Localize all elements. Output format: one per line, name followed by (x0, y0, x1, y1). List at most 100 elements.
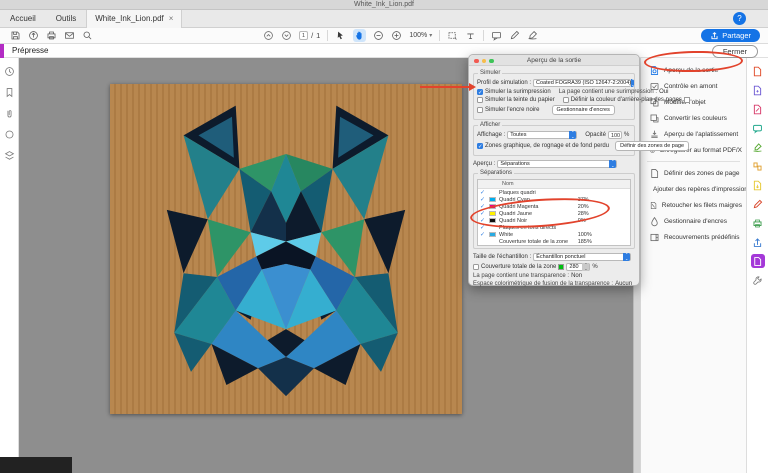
panel-item-label: Contrôle en amont (664, 83, 717, 90)
simulate-black-ink-checkbox[interactable] (477, 107, 483, 113)
panel-item-flattener-preview[interactable]: Aperçu de l'aplatissement (641, 126, 746, 142)
separation-row[interactable]: ✓ Plaques quadri (478, 189, 630, 196)
pencil-icon[interactable] (509, 30, 520, 41)
preview-label: Aperçu : (473, 161, 495, 167)
separations-name-header: Nom (478, 180, 630, 189)
redact-icon[interactable] (751, 197, 765, 211)
page-navigation[interactable]: 1 / 1 (299, 31, 320, 40)
comment-icon[interactable] (491, 30, 502, 41)
set-page-background-checkbox[interactable] (563, 97, 569, 103)
window-title: White_Ink_Lion.pdf (354, 1, 414, 8)
prepress-title: Prépresse (4, 46, 48, 55)
print-production-icon[interactable] (751, 216, 765, 230)
separation-label: Plaques quadri (499, 190, 578, 196)
zoom-out-icon[interactable] (373, 30, 384, 41)
compress-pdf-icon[interactable] (751, 178, 765, 192)
panel-item-add-printer-marks[interactable]: Ajouter des repères d'impression (641, 181, 746, 197)
separations-group-label: Séparations (478, 170, 514, 176)
zoom-in-icon[interactable] (391, 30, 402, 41)
simulate-overprint-checkbox[interactable]: ✓ (477, 89, 483, 95)
row-check-icon[interactable]: ✓ (480, 189, 489, 196)
ink-swatch (489, 232, 496, 237)
layers-icon[interactable] (4, 150, 15, 161)
left-navigation-rail (0, 58, 19, 473)
tab-tools[interactable]: Outils (46, 10, 86, 28)
total-area-coverage-checkbox[interactable] (473, 264, 479, 270)
panel-item-set-page-boxes[interactable]: Définir des zones de page (641, 165, 746, 181)
page-total: 1 (316, 31, 320, 40)
zoom-level[interactable]: 100% ▾ (409, 32, 432, 39)
prepress-active-icon[interactable] (751, 254, 765, 268)
share-button[interactable]: Partager (701, 29, 760, 42)
zoom-window-icon[interactable] (489, 59, 494, 64)
print-icon[interactable] (46, 30, 57, 41)
measure-tool-icon[interactable] (465, 30, 476, 41)
fill-sign-tool-icon[interactable] (751, 140, 765, 154)
account-avatar[interactable]: ? (733, 12, 746, 25)
panel-item-label: Recouvrements prédéfinis (664, 234, 740, 241)
set-page-background-label: Définir la couleur d'arrière-plan des pa… (571, 97, 682, 103)
row-check-icon[interactable]: ✓ (480, 231, 489, 238)
more-tools-icon[interactable] (751, 273, 765, 287)
export-pdf-icon[interactable] (751, 64, 765, 78)
hand-tool-icon[interactable] (353, 29, 366, 42)
page-up-icon[interactable] (263, 30, 274, 41)
preview-select[interactable]: Séparations ⌃⌄ (497, 160, 617, 168)
select-tool-icon[interactable] (335, 30, 346, 41)
blend-space-value: Aucun (615, 281, 632, 287)
page-number-field[interactable]: 1 (299, 31, 308, 40)
tac-value: 280 (569, 264, 578, 270)
separation-row-white[interactable]: ✓ White 100% (478, 231, 630, 238)
panel-item-trap-presets[interactable]: Recouvrements prédéfinis (641, 229, 746, 245)
show-select[interactable]: Toutes ⌃⌄ (507, 131, 577, 139)
show-label: Affichage : (477, 132, 505, 138)
comments-panel-icon[interactable] (4, 129, 15, 140)
tac-value-select[interactable]: 280 ⌃⌄ (566, 263, 590, 271)
ink-manager-button[interactable]: Gestionnaire d'encres (552, 105, 615, 115)
page-separator: / (311, 31, 313, 40)
total-area-coverage-label: Couverture totale de la zone (481, 264, 556, 270)
tab-document[interactable]: White_Ink_Lion.pdf × (86, 10, 182, 28)
tab-home[interactable]: Accueil (0, 10, 46, 28)
page-boxes-label: Zones graphique, de rognage et de fond p… (485, 143, 609, 149)
panel-item-ink-manager[interactable]: Gestionnaire d'encres (641, 213, 746, 229)
send-review-icon[interactable] (751, 235, 765, 249)
minimize-window-icon[interactable] (482, 59, 487, 64)
organize-pages-icon[interactable] (751, 159, 765, 173)
separation-label: White (499, 232, 578, 238)
pdf-page[interactable] (110, 84, 462, 414)
bottom-left-dark-region (0, 457, 72, 473)
save-icon[interactable] (10, 30, 21, 41)
comment-tool-icon[interactable] (751, 121, 765, 135)
set-page-boxes-button[interactable]: Définir des zones de page (615, 141, 689, 151)
search-icon[interactable] (82, 30, 93, 41)
bookmarks-icon[interactable] (4, 87, 15, 98)
attachments-icon[interactable] (4, 108, 15, 119)
simulate-paper-color-checkbox[interactable] (477, 97, 483, 103)
close-tab-icon[interactable]: × (169, 10, 174, 28)
tab-document-label: White_Ink_Lion.pdf (95, 10, 164, 28)
page-background-color-well[interactable] (684, 97, 690, 103)
page-boxes-checkbox[interactable]: ✓ (477, 143, 483, 149)
opacity-field[interactable]: 100 (608, 131, 622, 139)
close-window-icon[interactable] (474, 59, 479, 64)
sample-size-select[interactable]: Échantillon ponctuel ⌃⌄ (533, 253, 631, 261)
row-check-icon[interactable]: ✓ (480, 196, 489, 203)
panel-item-convert-colors[interactable]: Convertir les couleurs (641, 110, 746, 126)
tools-shortcut-strip (746, 58, 768, 473)
panel-item-label: Ajouter des repères d'impression (653, 186, 748, 193)
zoom-caret-icon[interactable]: ▾ (429, 32, 432, 39)
create-pdf-icon[interactable] (751, 83, 765, 97)
upload-icon[interactable] (28, 30, 39, 41)
page-down-icon[interactable] (281, 30, 292, 41)
email-icon[interactable] (64, 30, 75, 41)
separation-row-total[interactable]: Couverture totale de la zone 185% (478, 238, 630, 245)
panel-item-fix-hairlines[interactable]: Retoucher les filets maigres (641, 197, 746, 213)
dialog-titlebar[interactable]: Aperçu de la sortie (469, 55, 639, 66)
tac-unit: % (592, 264, 597, 270)
simulation-profile-select[interactable]: Coated FOGRA39 (ISO 12647-2:2004) ⌃⌄ (533, 79, 631, 87)
marquee-zoom-icon[interactable] (447, 30, 458, 41)
edit-pdf-icon[interactable] (751, 102, 765, 116)
page-thumbnails-icon[interactable] (4, 66, 15, 77)
fill-sign-icon[interactable] (527, 30, 538, 41)
